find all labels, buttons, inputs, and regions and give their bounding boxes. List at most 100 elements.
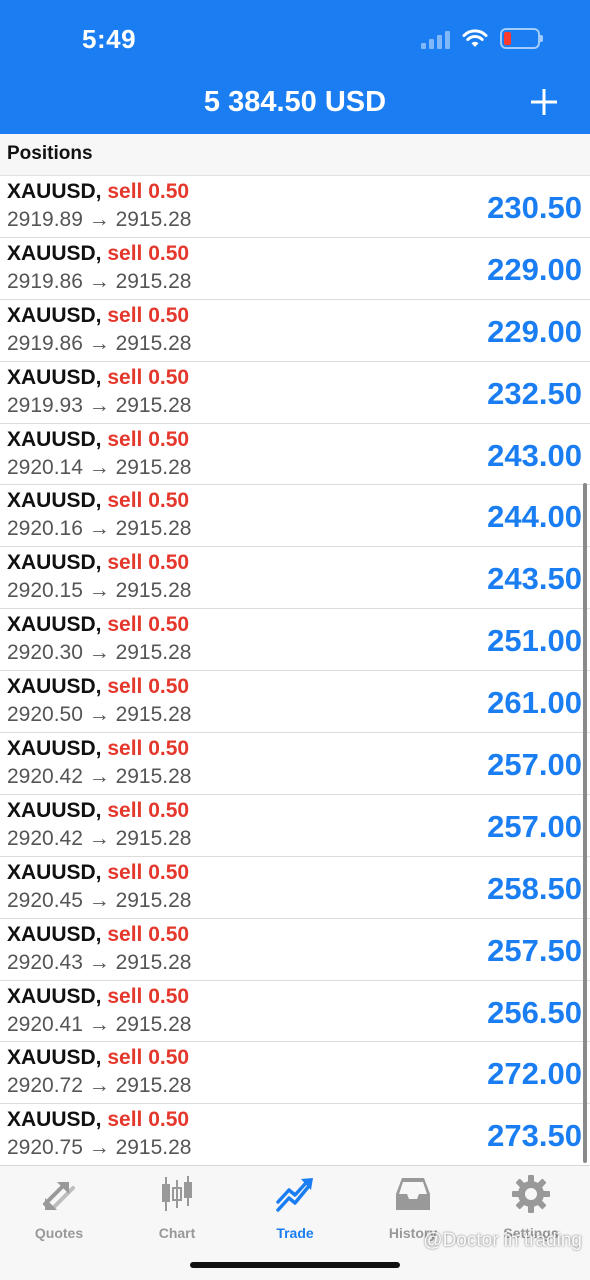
position-symbol-line: XAUUSD, sell 0.50 (7, 675, 189, 699)
wifi-icon (462, 28, 488, 47)
position-row[interactable]: XAUUSD, sell 0.50 2920.14 → 2915.28 243.00 (0, 424, 590, 486)
position-prices: 2920.42 → 2915.28 (7, 765, 192, 789)
tab-quotes[interactable]: Quotes (0, 1174, 118, 1241)
position-side: sell 0.50 (107, 613, 190, 637)
battery-level (504, 32, 511, 45)
position-symbol: XAUUSD, (7, 613, 102, 637)
position-side: sell 0.50 (107, 489, 190, 513)
position-symbol-line: XAUUSD, sell 0.50 (7, 304, 189, 328)
status-time: 5:49 (82, 24, 137, 54)
position-side: sell 0.50 (107, 1108, 190, 1132)
gear-icon (512, 1175, 550, 1213)
position-prices: 2919.86 → 2915.28 (7, 269, 192, 293)
position-profit: 243.00 (487, 437, 582, 473)
position-symbol-line: XAUUSD, sell 0.50 (7, 366, 189, 390)
tab-label: Quotes (34, 1225, 84, 1241)
position-symbol: XAUUSD, (7, 180, 102, 203)
position-prices: 2919.89 → 2915.28 (7, 208, 192, 231)
position-prices: 2919.86 → 2915.28 (7, 331, 192, 355)
position-profit: 273.50 (487, 1118, 582, 1154)
status-icons (421, 28, 543, 49)
position-symbol: XAUUSD, (7, 303, 102, 327)
positions-list: XAUUSD, sell 0.50 2919.89 → 2915.28 230.50… (0, 176, 590, 1167)
position-profit: 258.50 (487, 870, 582, 906)
positions-title: Positions (7, 143, 93, 164)
account-balance: 5 384.50 USD (203, 86, 387, 118)
position-row[interactable]: XAUUSD, sell 0.50 2919.93 → 2915.28 232.50 (0, 362, 590, 424)
position-side: sell 0.50 (107, 860, 190, 884)
positions-header: Positions (0, 134, 590, 176)
position-symbol-line: XAUUSD, sell 0.50 (7, 180, 189, 204)
position-row[interactable]: XAUUSD, sell 0.50 2920.75 → 2915.28 273.50 (0, 1104, 590, 1167)
position-symbol-line: XAUUSD, sell 0.50 (7, 428, 189, 452)
inbox-tray-icon (396, 1178, 430, 1210)
position-row[interactable]: XAUUSD, sell 0.50 2920.72 → 2915.28 272.00 (0, 1042, 590, 1105)
position-row[interactable]: XAUUSD, sell 0.50 2920.15 → 2915.28 243.50 (0, 547, 590, 610)
position-prices: 2920.45 → 2915.28 (7, 888, 192, 912)
position-side: sell 0.50 (107, 984, 190, 1008)
position-row[interactable]: XAUUSD, sell 0.50 2919.89 → 2915.28 230.50 (0, 176, 590, 238)
position-symbol: XAUUSD, (7, 427, 102, 451)
position-symbol-line: XAUUSD, sell 0.50 (7, 613, 189, 637)
position-symbol: XAUUSD, (7, 737, 102, 761)
position-row[interactable]: XAUUSD, sell 0.50 2920.30 → 2915.28 251.00 (0, 609, 590, 672)
position-symbol: XAUUSD, (7, 489, 102, 513)
position-symbol-line: XAUUSD, sell 0.50 (7, 489, 189, 513)
position-profit: 272.00 (487, 1056, 582, 1092)
position-row[interactable]: XAUUSD, sell 0.50 2919.86 → 2915.28 229.00 (0, 238, 590, 300)
position-row[interactable]: XAUUSD, sell 0.50 2920.16 → 2915.28 244.00 (0, 485, 590, 548)
position-side: sell 0.50 (107, 551, 190, 575)
position-side: sell 0.50 (107, 922, 190, 946)
position-row[interactable]: XAUUSD, sell 0.50 2920.50 → 2915.28 261.00 (0, 671, 590, 734)
position-row[interactable]: XAUUSD, sell 0.50 2920.42 → 2915.28 257.00 (0, 795, 590, 857)
trade-trend-icon (276, 1178, 313, 1212)
position-profit: 251.00 (487, 623, 582, 659)
position-profit: 257.00 (487, 808, 582, 844)
position-side: sell 0.50 (107, 365, 190, 389)
quotes-arrows-icon (43, 1182, 75, 1210)
position-row[interactable]: XAUUSD, sell 0.50 2920.43 → 2915.28 257.50 (0, 919, 590, 981)
position-symbol-line: XAUUSD, sell 0.50 (7, 861, 189, 885)
position-prices: 2920.14 → 2915.28 (7, 455, 192, 479)
position-symbol: XAUUSD, (7, 860, 102, 884)
position-side: sell 0.50 (107, 798, 190, 822)
candlestick-icon (162, 1176, 192, 1211)
position-side: sell 0.50 (107, 1046, 190, 1070)
position-row[interactable]: XAUUSD, sell 0.50 2920.41 → 2915.28 256.50 (0, 981, 590, 1043)
position-symbol: XAUUSD, (7, 1108, 102, 1132)
position-profit: 256.50 (487, 994, 582, 1030)
position-row[interactable]: XAUUSD, sell 0.50 2919.86 → 2915.28 229.00 (0, 300, 590, 362)
position-prices: 2920.41 → 2915.28 (7, 1012, 192, 1036)
scrollbar[interactable] (583, 483, 587, 1163)
position-side: sell 0.50 (107, 303, 190, 327)
tab-trade[interactable]: Trade (236, 1174, 354, 1241)
position-row[interactable]: XAUUSD, sell 0.50 2920.45 → 2915.28 258.50 (0, 857, 590, 919)
position-symbol: XAUUSD, (7, 922, 102, 946)
position-prices: 2920.72 → 2915.28 (7, 1074, 192, 1098)
position-profit: 229.00 (487, 251, 582, 287)
position-symbol: XAUUSD, (7, 1046, 102, 1070)
position-symbol-line: XAUUSD, sell 0.50 (7, 737, 189, 761)
position-profit: 257.50 (487, 932, 582, 968)
tab-label: Trade (276, 1225, 314, 1241)
position-symbol: XAUUSD, (7, 551, 102, 575)
position-prices: 2920.30 → 2915.28 (7, 641, 192, 665)
position-profit: 232.50 (487, 375, 582, 411)
position-prices: 2920.15 → 2915.28 (7, 579, 192, 603)
position-profit: 244.00 (487, 499, 582, 535)
position-side: sell 0.50 (107, 675, 190, 699)
position-side: sell 0.50 (107, 427, 190, 451)
position-profit: 229.00 (487, 313, 582, 349)
position-profit: 257.00 (487, 747, 582, 783)
position-symbol-line: XAUUSD, sell 0.50 (7, 1108, 189, 1132)
position-symbol: XAUUSD, (7, 984, 102, 1008)
tab-label: Chart (158, 1225, 196, 1241)
position-profit: 230.50 (487, 190, 582, 225)
position-row[interactable]: XAUUSD, sell 0.50 2920.42 → 2915.28 257.00 (0, 733, 590, 795)
position-symbol: XAUUSD, (7, 241, 102, 265)
position-side: sell 0.50 (107, 737, 190, 761)
home-indicator[interactable] (190, 1262, 400, 1268)
tab-chart[interactable]: Chart (118, 1174, 236, 1241)
add-position-button[interactable] (526, 84, 562, 120)
position-profit: 243.50 (487, 561, 582, 597)
